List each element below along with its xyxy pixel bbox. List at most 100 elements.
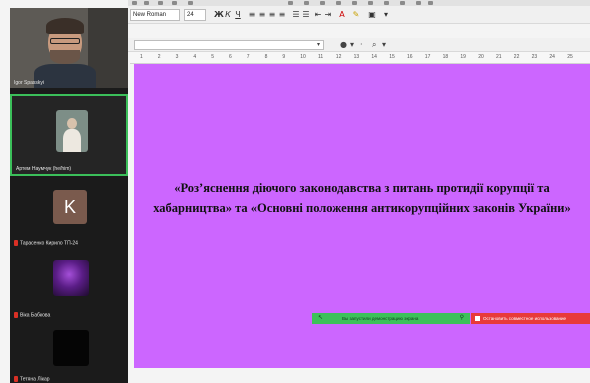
participant-tile[interactable]: Тетяна Лікар — [10, 324, 128, 383]
screen-share-icon: ↖ — [318, 315, 324, 321]
avatar — [53, 260, 89, 296]
italic-icon[interactable]: К — [224, 10, 232, 19]
mic-muted-icon — [14, 311, 18, 318]
ruler-tick: 19 — [460, 54, 466, 60]
ruler-tick: 25 — [567, 54, 573, 60]
avatar — [56, 110, 88, 152]
secondary-toolbar: ▾ ● ▾ · ⌕ ▾ — [128, 38, 590, 52]
participant-name: Артем Наумчук (he/him) — [16, 166, 72, 172]
toolbar-icon[interactable] — [368, 1, 373, 5]
pin-icon[interactable]: ⚲ — [460, 313, 464, 324]
participant-name-row: Тарасенко Кирило ТП-24 — [14, 239, 78, 246]
ruler-tick: 17 — [424, 54, 431, 60]
ruler-tick: 9 — [282, 54, 286, 60]
participant-tile-active[interactable]: Артем Наумчук (he/him) — [10, 94, 128, 176]
avatar-photo — [63, 129, 81, 152]
slide-title: «Роз’яснення діючого законодавства з пит… — [153, 181, 571, 215]
toolbar-icon[interactable] — [352, 1, 357, 5]
align-center-icon[interactable]: ≡ — [258, 10, 266, 19]
ruler-tick: 14 — [371, 54, 377, 60]
align-left-icon[interactable]: ≡ — [248, 10, 256, 19]
style-select[interactable]: ▾ — [134, 40, 324, 50]
participants-panel: Igor Spasskyi Артем Наумчук (he/him) K Т… — [10, 8, 128, 383]
ruler-tick: 20 — [478, 54, 484, 60]
ruler-tick: 3 — [175, 54, 179, 60]
screen: New Roman 24 Ж К Ч ≡ ≡ ≡ ≡ ☰ ☰ ⇤ ⇥ A ✎ ▣… — [0, 0, 590, 383]
horizontal-ruler: 1 2 3 4 5 6 7 8 9 10 11 12 13 14 15 16 17 18 19 20 21 22 23 24 2… — [130, 52, 590, 64]
indent-decrease-icon[interactable]: ⇤ — [314, 10, 322, 19]
binoculars-icon[interactable]: ⌕ — [372, 40, 376, 49]
ruler-tick: 15 — [389, 54, 395, 60]
participant-tile[interactable]: K Тарасенко Кирило ТП-24 — [10, 180, 128, 248]
ruler-tick: 10 — [300, 54, 306, 60]
more-options-icon[interactable]: ▾ — [382, 10, 390, 19]
toolbar-icon[interactable] — [428, 1, 433, 5]
ruler-tick: 8 — [264, 54, 268, 60]
list-bullets-icon[interactable]: ☰ — [292, 10, 300, 19]
toolbar-icon[interactable] — [158, 1, 163, 5]
avatar-initial: K — [53, 190, 87, 224]
toolbar-icon[interactable] — [304, 1, 309, 5]
avatar-photo — [67, 118, 77, 129]
ruler-tick: 1 — [140, 54, 143, 60]
participant-name-row: Тетяна Лікар — [14, 375, 50, 382]
ruler-tick: 6 — [229, 54, 232, 60]
toolbar-icon[interactable] — [400, 1, 405, 5]
participant-video — [50, 38, 80, 44]
underline-icon[interactable]: Ч — [234, 10, 242, 19]
font-size-select[interactable]: 24 — [184, 9, 206, 21]
background-color-icon[interactable]: ▣ — [368, 10, 376, 19]
highlight-icon[interactable]: ✎ — [352, 10, 360, 19]
participant-name: Тарасенко Кирило ТП-24 — [20, 240, 78, 246]
stop-icon — [475, 316, 480, 321]
separator-icon: · — [360, 40, 363, 49]
ruler-tick: 2 — [157, 54, 161, 60]
participant-tile[interactable]: Igor Spasskyi — [10, 8, 128, 88]
participant-name: Віка Бабкова — [20, 312, 51, 318]
toolbar-icon[interactable] — [132, 1, 137, 5]
toolbar-icon[interactable] — [172, 1, 177, 5]
toolbar-icon[interactable] — [336, 1, 341, 5]
ruler-tick: 21 — [496, 54, 502, 60]
toolbar-icon[interactable] — [320, 1, 325, 5]
ruler-tick: 12 — [335, 54, 342, 60]
bold-icon[interactable]: Ж — [214, 10, 224, 19]
ruler-tick: 16 — [407, 54, 413, 60]
bottom-area — [128, 368, 590, 383]
toolbar-icon[interactable] — [384, 1, 389, 5]
screen-share-notice: ↖ Вы запустили демонстрацию экрана ⚲ — [312, 313, 470, 324]
ruler-tick: 7 — [246, 54, 250, 60]
participant-name: Тетяна Лікар — [20, 376, 50, 382]
toolbar-icon[interactable] — [416, 1, 421, 5]
align-justify-icon[interactable]: ≡ — [278, 10, 286, 19]
ruler-tick: 11 — [318, 54, 324, 60]
ruler-tick: 5 — [211, 54, 214, 60]
indent-increase-icon[interactable]: ⇥ — [324, 10, 332, 19]
participant-video — [50, 50, 80, 64]
font-color-icon[interactable]: A — [338, 10, 346, 19]
align-right-icon[interactable]: ≡ — [268, 10, 276, 19]
mic-muted-icon — [14, 375, 18, 382]
color-wheel-icon[interactable]: ● — [340, 40, 347, 49]
chevron-down-icon[interactable]: ▾ — [350, 40, 354, 49]
stop-sharing-button[interactable]: Остановить совместное использование — [471, 313, 590, 324]
participant-video — [46, 18, 84, 34]
list-numbers-icon[interactable]: ☰ — [302, 10, 310, 19]
avatar — [53, 330, 89, 366]
ruler-tick: 13 — [353, 54, 360, 60]
chevron-down-icon: ▾ — [316, 42, 320, 48]
mic-muted-icon — [14, 239, 18, 246]
ruler-tick: 4 — [193, 54, 197, 60]
ruler-tick: 22 — [513, 54, 520, 60]
ruler-tick: 23 — [531, 54, 538, 60]
font-name-select[interactable]: New Roman — [130, 9, 180, 21]
toolbar-icon[interactable] — [188, 1, 193, 5]
screen-share-text: Вы запустили демонстрацию экрана — [342, 316, 419, 321]
participant-name-row: Віка Бабкова — [14, 311, 51, 318]
formatting-toolbar: New Roman 24 Ж К Ч ≡ ≡ ≡ ≡ ☰ ☰ ⇤ ⇥ A ✎ ▣… — [128, 6, 590, 24]
ruler-tick: 18 — [442, 54, 449, 60]
toolbar-icon[interactable] — [288, 1, 293, 5]
participant-tile[interactable]: Віка Бабкова — [10, 252, 128, 320]
toolbar-icon[interactable] — [144, 1, 149, 5]
chevron-down-icon[interactable]: ▾ — [382, 40, 386, 49]
